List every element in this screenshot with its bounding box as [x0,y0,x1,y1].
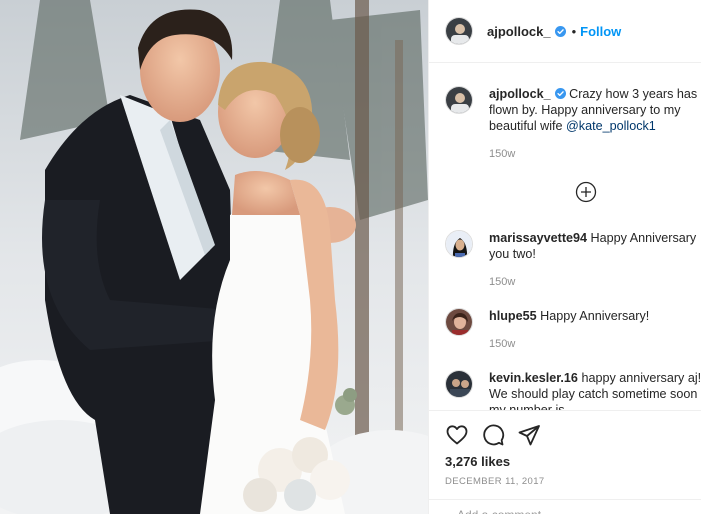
avatar[interactable] [445,308,473,336]
comment-username[interactable]: kevin.kesler.16 [489,371,578,385]
caption: ajpollock_ Crazy how 3 years has flown b… [445,86,701,166]
verified-badge-icon [554,25,566,37]
verified-badge-icon [554,88,566,99]
username-link[interactable]: ajpollock_ [487,24,551,39]
comment-body: Happy Anniversary! [540,309,650,323]
avatar[interactable] [445,17,473,45]
comment-username[interactable]: hlupe55 [489,309,537,323]
comment-text: hlupe55 Happy Anniversary! [489,308,701,324]
heart-icon[interactable] [445,423,469,447]
list-item: hlupe55 Happy Anniversary! 150w [445,308,701,358]
avatar[interactable] [445,86,473,114]
comment-age: 150w [489,338,516,350]
share-icon[interactable] [517,423,541,447]
post-actions: 3,276 likes DECEMBER 11, 2017 Add a comm… [429,410,701,514]
post-photo[interactable] [0,0,428,514]
avatar[interactable] [445,230,473,258]
caption-text: ajpollock_ Crazy how 3 years has flown b… [489,86,701,134]
comments-list[interactable]: ajpollock_ Crazy how 3 years has flown b… [429,64,701,410]
caption-username[interactable]: ajpollock_ [489,87,551,101]
load-more-plus-icon[interactable] [575,181,597,203]
avatar[interactable] [445,370,473,398]
comment-username[interactable]: marissayvette94 [489,231,587,245]
likes-count[interactable]: 3,276 likes [445,454,510,469]
caption-age: 150w [489,148,516,160]
instagram-post-modal: ajpollock_ • Follow ajpollock_ Crazy how… [0,0,701,514]
comment-age: 150w [489,276,516,288]
post-date: DECEMBER 11, 2017 [445,476,545,487]
caption-mention-link[interactable]: @kate_pollock1 [566,119,656,133]
comment-text: marissayvette94 Happy Anniversary you tw… [489,230,701,262]
action-icons [445,423,701,447]
follow-button[interactable]: Follow [580,24,621,39]
wedding-photo-illustration [0,0,428,514]
list-item: marissayvette94 Happy Anniversary you tw… [445,230,701,290]
add-comment-input[interactable]: Add a comment... [429,499,701,514]
comment-icon[interactable] [481,423,505,447]
post-side-panel: ajpollock_ • Follow ajpollock_ Crazy how… [428,0,701,514]
list-item: kevin.kesler.16 happy anniversary aj!!! … [445,370,701,410]
comment-text: kevin.kesler.16 happy anniversary aj!!! … [489,370,701,410]
separator-dot: • [571,23,577,39]
post-header: ajpollock_ • Follow [429,0,701,63]
bookmark-icon[interactable] [697,423,701,447]
